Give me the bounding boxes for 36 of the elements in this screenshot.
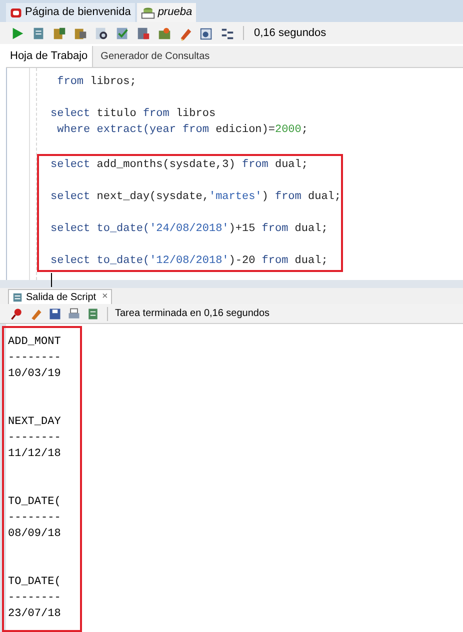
status-message: Tarea terminada en 0,16 segundos — [115, 307, 270, 321]
code-line: select to_date('12/08/2018')-20 from dual; — [50, 255, 328, 267]
script-icon[interactable] — [12, 292, 23, 302]
code-line: where extract(year from edicion)=2000; — [56, 124, 308, 136]
separator-line: -------- — [8, 591, 61, 606]
separator-line: -------- — [8, 431, 61, 446]
editor-tab[interactable]: Generador de Consultas — [92, 46, 218, 67]
code-line: from libros; — [56, 76, 136, 88]
script-icon[interactable] — [31, 26, 46, 40]
code-line: select to_date('24/08/2018')+15 from dual; — [50, 223, 328, 235]
code-line: select titulo from libros — [50, 108, 216, 120]
editor-tab[interactable]: Hoja de Trabajo — [6, 46, 93, 67]
close-button[interactable]: × — [102, 292, 108, 302]
pin-icon[interactable] — [10, 306, 24, 320]
result-value: 11/12/18 — [8, 447, 61, 462]
save-icon[interactable] — [48, 306, 62, 320]
result-value: 08/09/18 — [8, 527, 61, 542]
column-header: TO_DATE( — [8, 495, 61, 510]
elapsed-time: 0,16 segundos — [254, 26, 326, 41]
database-icon[interactable] — [140, 6, 155, 20]
code-line: select add_months(sysdate,3) from dual; — [50, 159, 308, 171]
column-header: ADD_MONT — [8, 335, 61, 350]
run-icon[interactable] — [10, 26, 25, 40]
code-line: select next_day(sysdate,'martes') from dual; — [50, 191, 341, 203]
column-header: TO_DATE( — [8, 575, 61, 590]
column-header: NEXT_DAY — [8, 415, 61, 430]
panel-tab[interactable]: Salida de Script — [26, 290, 96, 304]
print-icon[interactable] — [67, 306, 81, 320]
database-icon[interactable] — [136, 26, 151, 40]
separator-line: -------- — [8, 351, 61, 366]
result-value: 10/03/19 — [8, 367, 61, 382]
result-value: 23/07/18 — [8, 607, 61, 622]
check-icon[interactable] — [115, 26, 130, 40]
separator-line: -------- — [8, 511, 61, 526]
script-icon[interactable] — [86, 306, 100, 320]
text-cursor — [50, 273, 52, 287]
